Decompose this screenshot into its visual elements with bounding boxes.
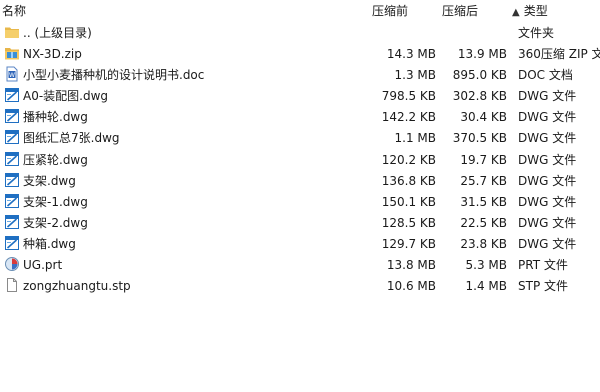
file-name: UG.prt bbox=[23, 258, 63, 273]
file-name: 小型小麦播种机的设计说明书.doc bbox=[23, 68, 205, 83]
sort-ascending-icon: ▲ bbox=[512, 7, 520, 18]
file-row[interactable]: zongzhuangtu.stp 10.6 MB 1.4 MB STP 文件 bbox=[0, 275, 600, 296]
file-packed-size: 136.8 KB bbox=[381, 173, 436, 188]
file-packed-size: 1.3 MB bbox=[394, 68, 436, 83]
file-type: DWG 文件 bbox=[518, 173, 577, 188]
file-type: 文件夹 bbox=[518, 26, 555, 40]
file-compressed-size: 370.5 KB bbox=[452, 131, 507, 146]
file-row[interactable]: 支架-2.dwg 128.5 KB 22.5 KB DWG 文件 bbox=[0, 212, 600, 233]
file-row[interactable]: 压紧轮.dwg 120.2 KB 19.7 KB DWG 文件 bbox=[0, 149, 600, 170]
file-type: DWG 文件 bbox=[518, 194, 577, 209]
file-row[interactable]: 图纸汇总7张.dwg 1.1 MB 370.5 KB DWG 文件 bbox=[0, 127, 600, 148]
file-compressed-size: 30.4 KB bbox=[460, 110, 507, 125]
file-compressed-size: 895.0 KB bbox=[452, 68, 507, 83]
file-row[interactable]: 种箱.dwg 129.7 KB 23.8 KB DWG 文件 bbox=[0, 233, 600, 254]
file-packed-size: 128.5 KB bbox=[381, 215, 436, 230]
file-packed-size: 1.1 MB bbox=[394, 131, 436, 146]
file-name: 支架-1.dwg bbox=[23, 194, 88, 209]
file-packed-size: 10.6 MB bbox=[386, 279, 436, 294]
file-packed-size: 14.3 MB bbox=[386, 47, 436, 62]
file-packed-size: 129.7 KB bbox=[381, 236, 436, 251]
file-compressed-size: 5.3 MB bbox=[465, 258, 507, 273]
file-type: DWG 文件 bbox=[518, 89, 577, 104]
file-row[interactable]: .. (上级目录) 文件夹 bbox=[0, 22, 600, 43]
file-type: DWG 文件 bbox=[518, 131, 577, 146]
file-compressed-size: 1.4 MB bbox=[465, 279, 507, 294]
file-packed-size: 150.1 KB bbox=[381, 194, 436, 209]
file-compressed-size: 22.5 KB bbox=[460, 215, 507, 230]
file-packed-size: 120.2 KB bbox=[381, 152, 436, 167]
file-type: DWG 文件 bbox=[518, 152, 577, 167]
file-name: A0-装配图.dwg bbox=[23, 89, 109, 104]
column-header-name[interactable]: 名称 bbox=[2, 3, 26, 19]
file-compressed-size: 23.8 KB bbox=[460, 236, 507, 251]
file-row[interactable]: UG.prt 13.8 MB 5.3 MB PRT 文件 bbox=[0, 254, 600, 275]
column-header: 名称 压缩前 压缩后 ▲ 类型 bbox=[0, 0, 600, 22]
file-name: 种箱.dwg bbox=[23, 236, 76, 251]
column-header-type-label: 类型 bbox=[523, 4, 548, 18]
svg-text:W: W bbox=[9, 72, 15, 79]
folder-up-icon bbox=[4, 24, 20, 40]
file-packed-size: 13.8 MB bbox=[386, 258, 436, 273]
file-type: DWG 文件 bbox=[518, 215, 577, 230]
dwg-file-icon bbox=[4, 87, 20, 103]
dwg-file-icon bbox=[4, 129, 20, 145]
dwg-file-icon bbox=[4, 151, 20, 167]
file-list: .. (上级目录) 文件夹 NX-3D.zip 14.3 MB 13.9 MB 360压缩… bbox=[0, 22, 600, 296]
file-type: PRT 文件 bbox=[518, 258, 568, 273]
zip-archive-icon bbox=[4, 45, 20, 61]
file-type: STP 文件 bbox=[518, 279, 568, 294]
column-header-type[interactable]: ▲ 类型 bbox=[512, 3, 548, 19]
file-type: DWG 文件 bbox=[518, 110, 577, 125]
dwg-file-icon bbox=[4, 193, 20, 209]
file-row[interactable]: 支架-1.dwg 150.1 KB 31.5 KB DWG 文件 bbox=[0, 191, 600, 212]
file-row[interactable]: W 小型小麦播种机的设计说明书.doc 1.3 MB 895.0 KB DOC 文档 bbox=[0, 64, 600, 85]
file-name: 压紧轮.dwg bbox=[23, 152, 88, 167]
file-name: 支架-2.dwg bbox=[23, 215, 88, 230]
dwg-file-icon bbox=[4, 172, 20, 188]
file-compressed-size: 13.9 MB bbox=[457, 47, 507, 62]
file-compressed-size: 31.5 KB bbox=[460, 194, 507, 209]
column-header-packed-size[interactable]: 压缩前 bbox=[372, 3, 408, 19]
file-name: 支架.dwg bbox=[23, 173, 76, 188]
dwg-file-icon bbox=[4, 108, 20, 124]
file-packed-size: 798.5 KB bbox=[381, 89, 436, 104]
blank-file-icon bbox=[4, 277, 20, 293]
file-type: DOC 文档 bbox=[518, 68, 573, 83]
file-row[interactable]: 播种轮.dwg 142.2 KB 30.4 KB DWG 文件 bbox=[0, 106, 600, 127]
file-row[interactable]: 支架.dwg 136.8 KB 25.7 KB DWG 文件 bbox=[0, 170, 600, 191]
file-compressed-size: 25.7 KB bbox=[460, 173, 507, 188]
file-compressed-size: 302.8 KB bbox=[452, 89, 507, 104]
file-row[interactable]: NX-3D.zip 14.3 MB 13.9 MB 360压缩 ZIP 文 bbox=[0, 43, 600, 64]
file-name: NX-3D.zip bbox=[23, 47, 82, 62]
file-name: zongzhuangtu.stp bbox=[23, 279, 131, 294]
file-name: 播种轮.dwg bbox=[23, 110, 88, 125]
file-name: .. (上级目录) bbox=[23, 26, 92, 40]
file-packed-size: 142.2 KB bbox=[381, 110, 436, 125]
dwg-file-icon bbox=[4, 235, 20, 251]
file-type: DWG 文件 bbox=[518, 236, 577, 251]
file-type: 360压缩 ZIP 文 bbox=[518, 47, 600, 62]
word-doc-icon: W bbox=[4, 66, 20, 82]
dwg-file-icon bbox=[4, 214, 20, 230]
ug-part-icon bbox=[4, 256, 20, 272]
column-header-compressed-size[interactable]: 压缩后 bbox=[442, 3, 478, 19]
file-row[interactable]: A0-装配图.dwg 798.5 KB 302.8 KB DWG 文件 bbox=[0, 85, 600, 106]
file-compressed-size: 19.7 KB bbox=[460, 152, 507, 167]
file-name: 图纸汇总7张.dwg bbox=[23, 131, 120, 146]
